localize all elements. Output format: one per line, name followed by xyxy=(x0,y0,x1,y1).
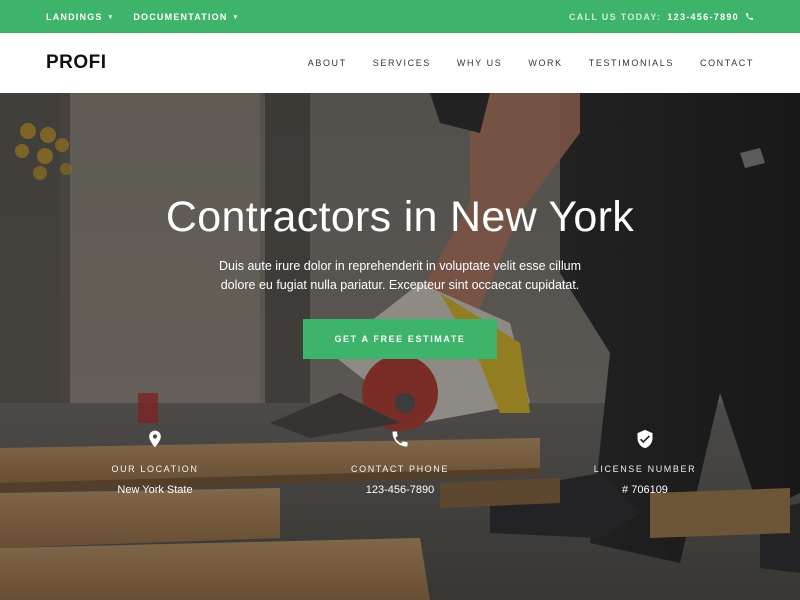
logo[interactable]: PROFI xyxy=(46,52,107,74)
hero-description: Duis aute irure dolor in reprehenderit i… xyxy=(219,259,581,292)
landings-menu[interactable]: LANDINGS ▾ xyxy=(46,12,113,22)
call-us: CALL US TODAY: 123-456-7890 xyxy=(569,12,754,22)
main-nav: ABOUT SERVICES WHY US WORK TESTIMONIALS … xyxy=(308,58,754,68)
call-us-label: CALL US TODAY: xyxy=(568,11,662,22)
feature-label: OUR LOCATION xyxy=(111,464,199,474)
documentation-label: DOCUMENTATION xyxy=(133,11,228,22)
feature-license: LICENSE NUMBER # 706109 xyxy=(560,429,730,496)
nav-about[interactable]: ABOUT xyxy=(308,58,347,68)
nav-testimonials[interactable]: TESTIMONIALS xyxy=(589,58,674,68)
feature-value: 123-456-7890 xyxy=(365,484,435,496)
nav-services[interactable]: SERVICES xyxy=(373,58,431,68)
feature-label: LICENSE NUMBER xyxy=(593,464,697,474)
top-bar-links: LANDINGS ▾ DOCUMENTATION ▾ xyxy=(46,12,238,22)
nav-why-us[interactable]: WHY US xyxy=(457,58,502,68)
feature-label: CONTACT PHONE xyxy=(351,464,449,474)
phone-icon xyxy=(746,13,753,20)
landings-label: LANDINGS xyxy=(46,11,103,22)
hero-section: Contractors in New York Duis aute irure … xyxy=(0,93,800,600)
shield-check-icon xyxy=(637,429,653,449)
feature-value: # 706109 xyxy=(622,484,668,496)
top-bar: LANDINGS ▾ DOCUMENTATION ▾ CALL US TODAY… xyxy=(0,0,800,33)
feature-location: OUR LOCATION New York State xyxy=(70,429,240,496)
site-header: PROFI ABOUT SERVICES WHY US WORK TESTIMO… xyxy=(0,33,800,93)
feature-value: New York State xyxy=(117,484,193,496)
map-pin-icon xyxy=(149,430,161,448)
hero-title: Contractors in New York xyxy=(165,193,635,241)
phone-icon xyxy=(392,431,408,447)
feature-phone: CONTACT PHONE 123-456-7890 xyxy=(315,429,485,496)
top-phone-number[interactable]: 123-456-7890 xyxy=(667,12,739,22)
chevron-down-icon: ▾ xyxy=(108,13,114,21)
chevron-down-icon: ▾ xyxy=(233,13,239,21)
nav-contact[interactable]: CONTACT xyxy=(700,58,754,68)
nav-work[interactable]: WORK xyxy=(528,58,562,68)
get-estimate-button[interactable]: GET A FREE ESTIMATE xyxy=(303,319,497,359)
documentation-menu[interactable]: DOCUMENTATION ▾ xyxy=(133,12,238,22)
